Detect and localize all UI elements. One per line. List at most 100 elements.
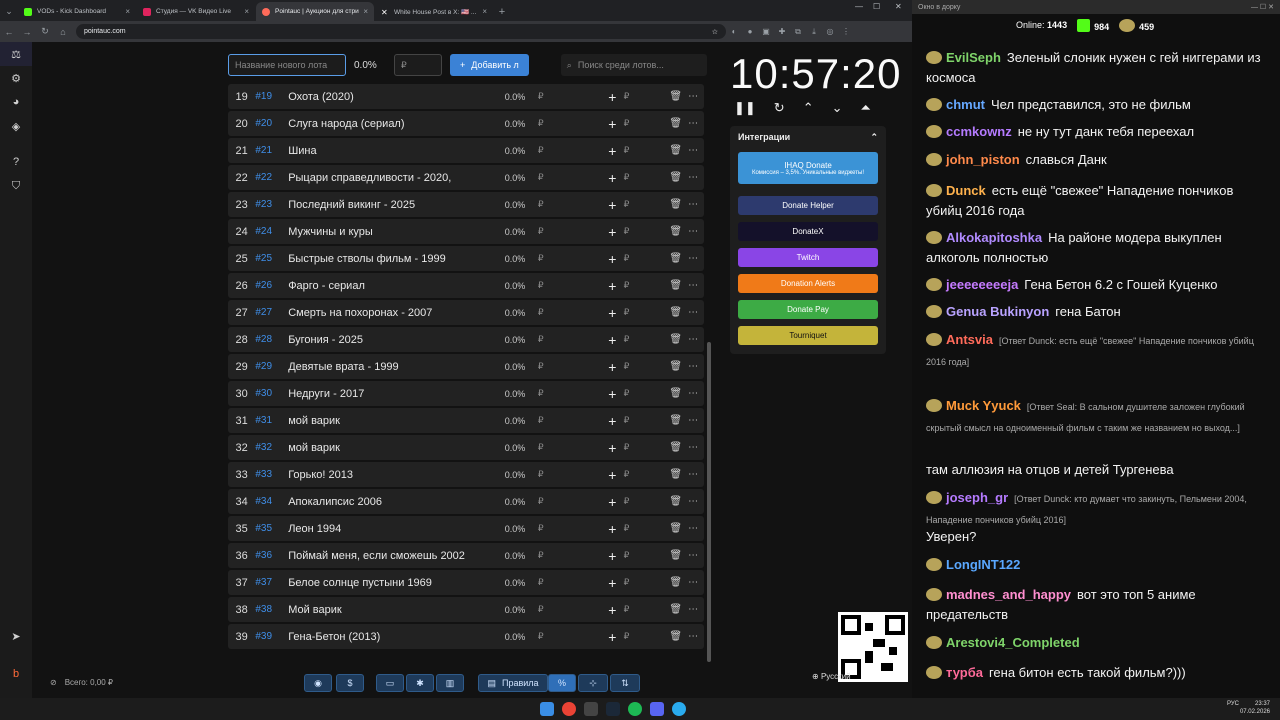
more-options-icon[interactable]: ⋯	[682, 442, 704, 453]
tab-x[interactable]: ✕ White House Post в X: 🇺🇸 ... ×	[375, 2, 493, 21]
add-amount-button[interactable]: +	[556, 521, 616, 537]
chat-username[interactable]: Alkokapitoshka	[946, 230, 1042, 245]
lot-add-amount-input[interactable]: ₽	[616, 442, 636, 453]
lot-id[interactable]: #27	[255, 307, 288, 318]
extensions-icon[interactable]: ⧉	[790, 27, 806, 37]
chrome-icon[interactable]	[562, 702, 576, 716]
lot-amount[interactable]: ₽	[525, 577, 556, 588]
lot-add-amount-input[interactable]: ₽	[616, 577, 636, 588]
close-icon[interactable]: ×	[125, 7, 130, 16]
add-amount-button[interactable]: +	[556, 467, 616, 483]
bookmark-icon[interactable]: ☆	[712, 28, 718, 36]
window-close-icon[interactable]: — ☐ ✕	[1251, 3, 1274, 11]
lot-row[interactable]: 24 #24 Мужчины и куры 0.0% ₽ + ₽ 🗑 ⋯	[228, 219, 704, 244]
chat-username[interactable]: Muck Yyuck	[946, 398, 1021, 413]
chat-username[interactable]: joseph_gr	[946, 490, 1008, 505]
add-amount-button[interactable]: +	[556, 629, 616, 645]
delete-icon[interactable]: 🗑	[637, 334, 682, 345]
lot-id[interactable]: #23	[255, 199, 288, 210]
lot-row[interactable]: 30 #30 Недруги - 2017 0.0% ₽ + ₽ 🗑 ⋯	[228, 381, 704, 406]
lot-row[interactable]: 21 #21 Шина 0.0% ₽ + ₽ 🗑 ⋯	[228, 138, 704, 163]
lot-amount[interactable]: ₽	[525, 334, 556, 345]
maximize-icon[interactable]: ☐	[873, 2, 880, 11]
donate-helper-button[interactable]: Donate Helper	[738, 196, 878, 215]
lot-row[interactable]: 28 #28 Бугония - 2025 0.0% ₽ + ₽ 🗑 ⋯	[228, 327, 704, 352]
delete-icon[interactable]: 🗑	[637, 388, 682, 399]
delete-icon[interactable]: 🗑	[637, 280, 682, 291]
more-options-icon[interactable]: ⋯	[682, 253, 704, 264]
discord-icon[interactable]	[650, 702, 664, 716]
lot-name[interactable]: Фарго - сериал	[288, 280, 470, 292]
extension-icon[interactable]: ◐	[726, 27, 742, 36]
lot-amount[interactable]: ₽	[525, 631, 556, 642]
add-amount-button[interactable]: +	[556, 575, 616, 591]
lot-add-amount-input[interactable]: ₽	[616, 361, 636, 372]
lot-row[interactable]: 34 #34 Апокалипсис 2006 0.0% ₽ + ₽ 🗑 ⋯	[228, 489, 704, 514]
lot-name[interactable]: мой варик	[288, 415, 470, 427]
twitch-button[interactable]: Twitch	[738, 248, 878, 267]
lot-row[interactable]: 20 #20 Слуга народа (сериал) 0.0% ₽ + ₽ 🗑 ⋯	[228, 111, 704, 136]
extension-icon[interactable]: ●	[742, 27, 758, 36]
bug-button[interactable]: ✱	[406, 674, 434, 692]
more-options-icon[interactable]: ⋯	[682, 550, 704, 561]
lot-row[interactable]: 32 #32 мой варик 0.0% ₽ + ₽ 🗑 ⋯	[228, 435, 704, 460]
delete-icon[interactable]: 🗑	[637, 469, 682, 480]
spotify-icon[interactable]	[628, 702, 642, 716]
more-options-icon[interactable]: ⋯	[682, 577, 704, 588]
add-lot-button[interactable]: + Добавить л	[450, 54, 529, 76]
lot-search-input[interactable]: ⌕ Поиск среди лотов...	[560, 54, 707, 76]
lot-id[interactable]: #34	[255, 496, 288, 507]
more-options-icon[interactable]: ⋯	[682, 631, 704, 642]
lot-amount[interactable]: ₽	[525, 199, 556, 210]
shield-icon[interactable]: ⛉	[0, 174, 32, 198]
delete-icon[interactable]: 🗑	[637, 172, 682, 183]
more-options-icon[interactable]: ⋯	[682, 145, 704, 156]
explorer-icon[interactable]	[584, 702, 598, 716]
delete-icon[interactable]: 🗑	[637, 253, 682, 264]
settings-icon[interactable]: ⚙	[0, 66, 32, 90]
add-amount-button[interactable]: +	[556, 413, 616, 429]
delete-icon[interactable]: 🗑	[637, 307, 682, 318]
lot-add-amount-input[interactable]: ₽	[616, 604, 636, 615]
lot-amount[interactable]: ₽	[525, 388, 556, 399]
add-amount-button[interactable]: +	[556, 305, 616, 321]
minimize-icon[interactable]: —	[855, 2, 863, 11]
home-icon[interactable]: ⌂	[54, 27, 72, 37]
lot-name[interactable]: мой варик	[288, 442, 470, 454]
lot-amount[interactable]: ₽	[525, 280, 556, 291]
lot-name[interactable]: Рыцари справедливости - 2020,	[288, 172, 470, 184]
more-options-icon[interactable]: ⋯	[682, 415, 704, 426]
lot-id[interactable]: #28	[255, 334, 288, 345]
lot-name[interactable]: Последний викинг - 2025	[288, 199, 470, 211]
lot-id[interactable]: #35	[255, 523, 288, 534]
lot-amount[interactable]: ₽	[525, 172, 556, 183]
lot-row[interactable]: 31 #31 мой варик 0.0% ₽ + ₽ 🗑 ⋯	[228, 408, 704, 433]
menu-icon[interactable]: ⋮	[838, 27, 854, 36]
lot-add-amount-input[interactable]: ₽	[616, 334, 636, 345]
add-amount-button[interactable]: +	[556, 89, 616, 105]
lot-name[interactable]: Девятые врата - 1999	[288, 361, 470, 373]
lot-id[interactable]: #21	[255, 145, 288, 156]
lot-row[interactable]: 37 #37 Белое солнце пустыни 1969 0.0% ₽ + ₽ 🗑 ⋯	[228, 570, 704, 595]
github-button[interactable]: ◉	[304, 674, 332, 692]
more-options-icon[interactable]: ⋯	[682, 118, 704, 129]
add-amount-button[interactable]: +	[556, 143, 616, 159]
delete-icon[interactable]: 🗑	[637, 145, 682, 156]
lot-add-amount-input[interactable]: ₽	[616, 145, 636, 156]
lot-name[interactable]: Быстрые стволы фильм - 1999	[288, 253, 470, 265]
new-tab-button[interactable]: +	[494, 2, 510, 21]
more-options-icon[interactable]: ⋯	[682, 226, 704, 237]
lot-add-amount-input[interactable]: ₽	[616, 253, 636, 264]
lot-amount[interactable]: ₽	[525, 604, 556, 615]
chevron-down-icon[interactable]: ⌄	[832, 100, 843, 116]
save-button[interactable]: ▭	[376, 674, 404, 692]
lot-add-amount-input[interactable]: ₽	[616, 631, 636, 642]
more-options-icon[interactable]: ⋯	[682, 199, 704, 210]
add-amount-button[interactable]: +	[556, 224, 616, 240]
chat-username[interactable]: LongINT122	[946, 557, 1020, 572]
add-amount-button[interactable]: +	[556, 251, 616, 267]
add-amount-button[interactable]: +	[556, 548, 616, 564]
telegram-icon[interactable]: ➤	[0, 624, 32, 648]
more-options-icon[interactable]: ⋯	[682, 91, 704, 102]
delete-icon[interactable]: 🗑	[637, 415, 682, 426]
